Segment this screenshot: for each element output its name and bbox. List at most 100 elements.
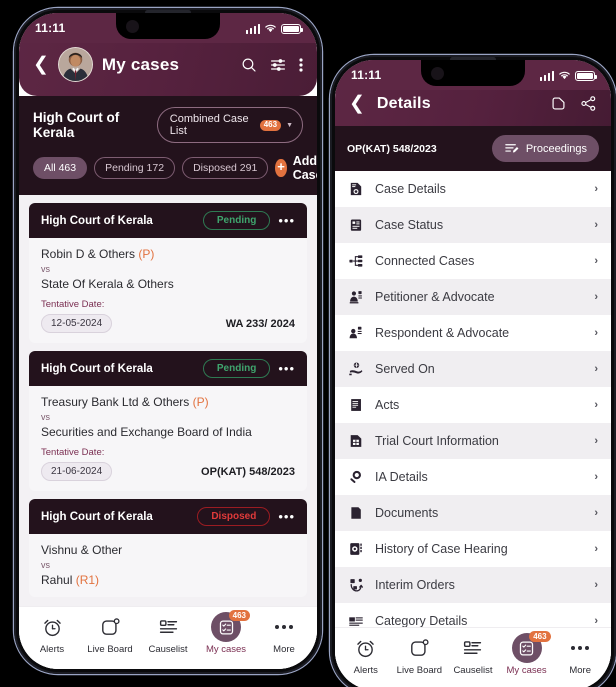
case-card-body: Treasury Bank Ltd & Others (P) vs Securi… <box>29 386 307 491</box>
detail-row-case-status[interactable]: Case Status › <box>335 207 611 243</box>
my-cases-badge: 463 <box>228 610 250 621</box>
battery-icon <box>575 70 597 81</box>
filter-chip-all[interactable]: All 463 <box>33 157 88 179</box>
nav-item-alerts[interactable]: Alerts <box>339 636 393 676</box>
wifi-icon <box>265 24 276 32</box>
case-number-bar: OP(KAT) 548/2023 Proceedings <box>335 126 611 171</box>
nav-item-live-board[interactable]: Live Board <box>393 636 447 676</box>
tentative-date-row: 21-06-2024 OP(KAT) 548/2023 <box>41 462 295 481</box>
detail-row-history-of-case-hearing[interactable]: History of Case Hearing › <box>335 531 611 567</box>
ia-details-icon <box>348 469 364 485</box>
my-cases-icon: 463 <box>511 631 551 663</box>
case-card-body: Robin D & Others (P) vs State Of Kerala … <box>29 238 307 343</box>
nav-item-my-cases[interactable]: 463 My cases <box>197 610 255 655</box>
nav-item-live-board[interactable]: Live Board <box>81 615 139 655</box>
chevron-left-icon[interactable]: ❮ <box>349 94 365 113</box>
search-icon[interactable] <box>241 57 257 73</box>
detail-row-served-on[interactable]: Served On › <box>335 351 611 387</box>
detail-row-ia-details[interactable]: IA Details › <box>335 459 611 495</box>
share-icon[interactable] <box>580 95 597 112</box>
detail-row-connected-cases[interactable]: Connected Cases › <box>335 243 611 279</box>
chevron-left-icon[interactable]: ❮ <box>33 55 49 74</box>
detail-label: Documents <box>375 506 439 520</box>
nav-item-causelist[interactable]: Causelist <box>446 636 500 676</box>
detail-row-category-details[interactable]: Category Details › <box>335 603 611 627</box>
case-detail-list[interactable]: Case Details › Case Status › Connected C… <box>335 171 611 627</box>
front-camera <box>126 20 139 33</box>
detail-row-trial-court-information[interactable]: Trial Court Information › <box>335 423 611 459</box>
case-card[interactable]: High Court of Kerala Pending ••• Robin D… <box>29 203 307 343</box>
my-cases-icon: 463 <box>211 610 250 642</box>
cellular-signal-icon <box>539 70 554 81</box>
detail-label: Interim Orders <box>375 578 455 592</box>
causelist-icon <box>158 615 179 639</box>
filter-chip-pending[interactable]: Pending 172 <box>94 157 176 179</box>
detail-row-respondent-advocate[interactable]: Respondent & Advocate › <box>335 315 611 351</box>
nav-item-alerts[interactable]: Alerts <box>23 615 81 655</box>
nav-label-live-board: Live Board <box>87 644 133 655</box>
tentative-date-row: 12-05-2024 WA 233/ 2024 <box>41 314 295 333</box>
case-card[interactable]: High Court of Kerala Disposed ••• Vishnu… <box>29 499 307 597</box>
case-card[interactable]: High Court of Kerala Pending ••• Treasur… <box>29 351 307 491</box>
status-badge: Disposed <box>197 507 271 526</box>
nav-label-more: More <box>273 644 295 655</box>
cellular-signal-icon <box>245 23 260 34</box>
chevron-right-icon: › <box>594 471 598 483</box>
more-vertical-icon[interactable] <box>299 57 303 73</box>
nav-label-my-cases: My cases <box>205 644 247 655</box>
proceedings-button[interactable]: Proceedings <box>491 135 599 162</box>
add-case-button[interactable]: + Add Case <box>275 154 317 182</box>
case-court: High Court of Kerala <box>41 362 153 375</box>
acts-icon <box>348 397 364 413</box>
chevron-right-icon: › <box>594 291 598 303</box>
petitioner-name: Treasury Bank Ltd & Others (P) <box>41 395 295 409</box>
phone-screen-right: 11:11 ❮ Details OP(KAT) 548/2023 Proceed… <box>335 60 611 687</box>
detail-label: Acts <box>375 398 400 412</box>
vs-label: vs <box>41 412 50 422</box>
detail-row-petitioner-advocate[interactable]: Petitioner & Advocate › <box>335 279 611 315</box>
filter-sliders-icon[interactable] <box>270 57 286 73</box>
detail-row-acts[interactable]: Acts › <box>335 387 611 423</box>
alarm-clock-icon <box>42 615 63 639</box>
nav-item-more[interactable]: More <box>255 615 313 655</box>
tentative-date-label: Tentative Date: <box>41 447 105 458</box>
add-case-label: Add Case <box>292 154 317 182</box>
detail-label: Served On <box>375 362 435 376</box>
filter-chip-disposed[interactable]: Disposed 291 <box>182 157 269 179</box>
chevron-right-icon: › <box>594 399 598 411</box>
live-board-icon <box>100 615 121 639</box>
detail-label: IA Details <box>375 470 428 484</box>
case-details-icon <box>348 181 364 197</box>
more-horizontal-icon[interactable]: ••• <box>278 214 295 227</box>
proceedings-label: Proceedings <box>525 142 587 155</box>
nav-item-causelist[interactable]: Causelist <box>139 615 197 655</box>
case-list[interactable]: High Court of Kerala Pending ••• Robin D… <box>19 195 317 606</box>
nav-label-alerts: Alerts <box>39 644 65 655</box>
more-horizontal-icon[interactable]: ••• <box>278 510 295 523</box>
combined-case-list-dropdown[interactable]: Combined Case List 463 ▼ <box>156 107 303 143</box>
phone-my-cases: 11:11 ❮ My cases High Court of Kerala Co… <box>14 8 322 674</box>
nav-item-more[interactable]: More <box>553 636 607 676</box>
respondent-text: Rahul <box>41 573 73 587</box>
case-card-body: Vishnu & Other vs Rahul (R1) <box>29 534 307 597</box>
petitioner-name: Robin D & Others (P) <box>41 247 295 261</box>
documents-icon <box>348 505 364 521</box>
detail-row-interim-orders[interactable]: Interim Orders › <box>335 567 611 603</box>
detail-label: Trial Court Information <box>375 434 499 448</box>
court-name: High Court of Kerala <box>33 110 120 140</box>
copy-icon[interactable] <box>550 95 567 112</box>
chevron-right-icon: › <box>594 507 598 519</box>
avatar[interactable] <box>57 47 93 82</box>
petitioner-name: Vishnu & Other <box>41 543 123 557</box>
nav-label-alerts: Alerts <box>353 665 378 676</box>
chevron-right-icon: › <box>594 363 598 375</box>
more-horizontal-icon[interactable]: ••• <box>278 362 295 375</box>
nav-label-my-cases: My cases <box>506 665 547 676</box>
nav-item-my-cases[interactable]: 463 My cases <box>500 631 554 676</box>
detail-row-case-details[interactable]: Case Details › <box>335 171 611 207</box>
case-number: WA 233/ 2024 <box>225 317 295 330</box>
alarm-clock-icon <box>355 636 376 660</box>
tentative-date-label: Tentative Date: <box>41 299 105 310</box>
header-actions <box>241 57 303 73</box>
detail-row-documents[interactable]: Documents › <box>335 495 611 531</box>
